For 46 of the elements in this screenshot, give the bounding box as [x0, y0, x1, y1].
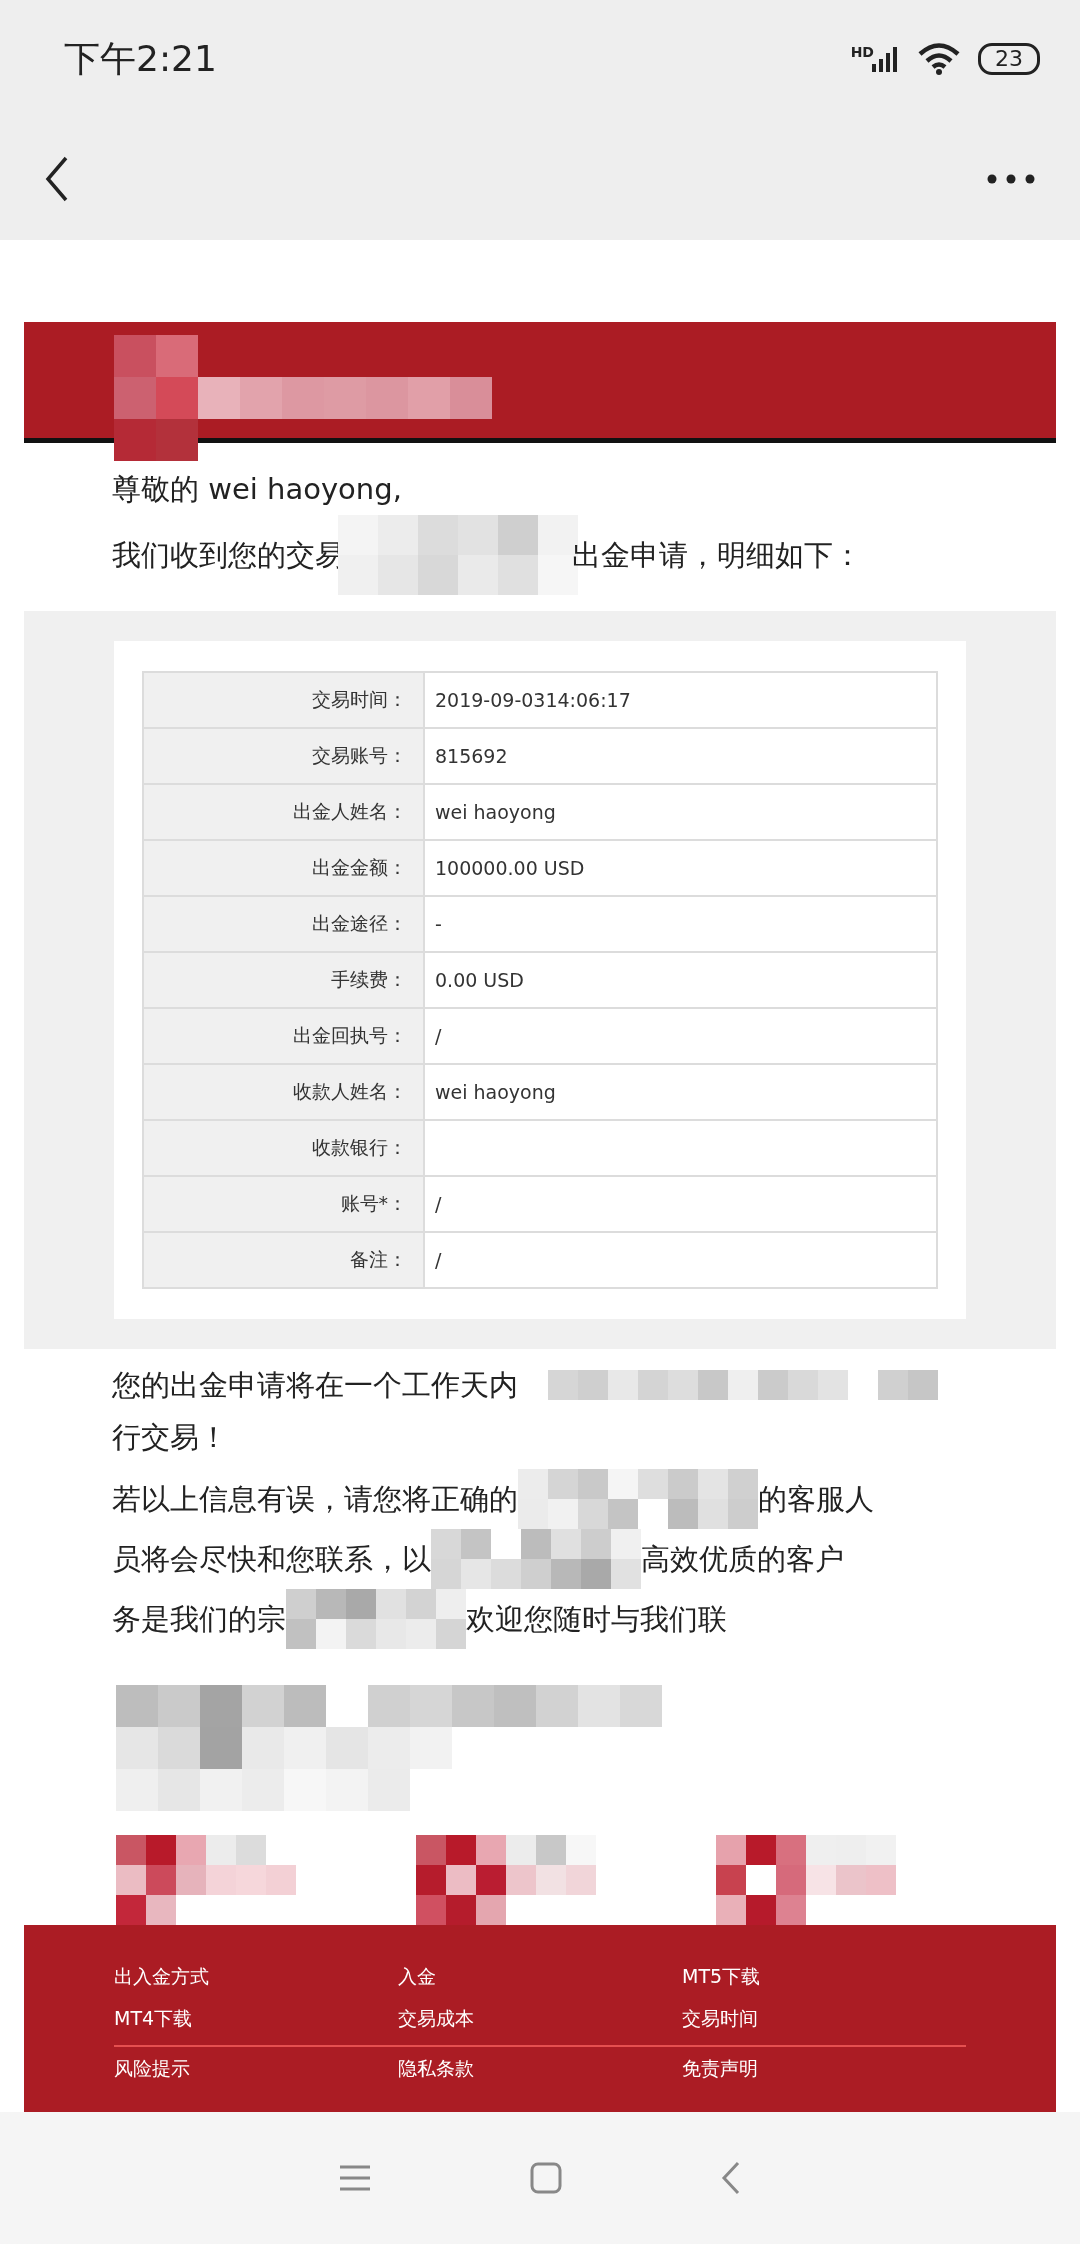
clock-time: 下午2:21	[64, 36, 217, 81]
table-cell: 2019-09-0314:06:17	[424, 672, 937, 728]
table-cell: 0.00 USD	[424, 952, 937, 1008]
footer-link[interactable]: MT4下载	[114, 2004, 398, 2032]
home-icon[interactable]	[530, 2162, 562, 2194]
table-cell: 备注：	[143, 1232, 424, 1288]
greeting-text: 尊敬的 wei haoyong,	[112, 471, 403, 508]
table-cell: 100000.00 USD	[424, 840, 937, 896]
footer-link[interactable]: 风险提示	[114, 2054, 398, 2082]
wifi-icon	[918, 43, 960, 75]
footer-link[interactable]: MT5下载	[682, 1962, 966, 1990]
contact-text: 务是我们的宗	[112, 1601, 286, 1638]
table-cell: 815692	[424, 728, 937, 784]
footer-link[interactable]: 出入金方式	[114, 1962, 398, 1990]
table-cell: /	[424, 1176, 937, 1232]
table-cell: 出金人姓名：	[143, 784, 424, 840]
table-cell: -	[424, 896, 937, 952]
table-cell: 账号*：	[143, 1176, 424, 1232]
table-cell: 出金途径：	[143, 896, 424, 952]
contact-text: 的客服人	[758, 1481, 874, 1518]
battery-icon: 23	[978, 43, 1040, 75]
footer-link[interactable]: 入金	[398, 1962, 682, 1990]
table-cell: wei haoyong	[424, 784, 937, 840]
table-cell: 交易时间：	[143, 672, 424, 728]
table-cell: /	[424, 1232, 937, 1288]
contact-text: 员将会尽快和您联系，以	[112, 1541, 431, 1578]
table-cell: 手续费：	[143, 952, 424, 1008]
contact-text: 若以上信息有误，请您将正确的	[112, 1481, 518, 1518]
table-cell: 收款银行：	[143, 1120, 424, 1176]
footer-link[interactable]: 隐私条款	[398, 2054, 682, 2082]
table-cell: 收款人姓名：	[143, 1064, 424, 1120]
table-cell: /	[424, 1008, 937, 1064]
back-icon[interactable]	[720, 2161, 741, 2195]
notice-text: 您的出金申请将在一个工作天内	[112, 1367, 518, 1404]
notice-text: 行交易！	[112, 1419, 229, 1456]
contact-text: 欢迎您随时与我们联	[466, 1601, 727, 1638]
table-cell: 出金回执号：	[143, 1008, 424, 1064]
footer-link[interactable]: 交易成本	[398, 2004, 682, 2032]
intro-text: 出金申请，明细如下：	[572, 537, 862, 574]
table-cell: 出金金额：	[143, 840, 424, 896]
footer-link[interactable]: 免责声明	[682, 2054, 966, 2082]
footer-link[interactable]: 交易时间	[682, 2004, 966, 2032]
menu-icon[interactable]	[339, 2165, 372, 2191]
contact-text: 高效优质的客户	[641, 1541, 844, 1578]
table-cell: 交易账号：	[143, 728, 424, 784]
table-cell: wei haoyong	[424, 1064, 937, 1120]
